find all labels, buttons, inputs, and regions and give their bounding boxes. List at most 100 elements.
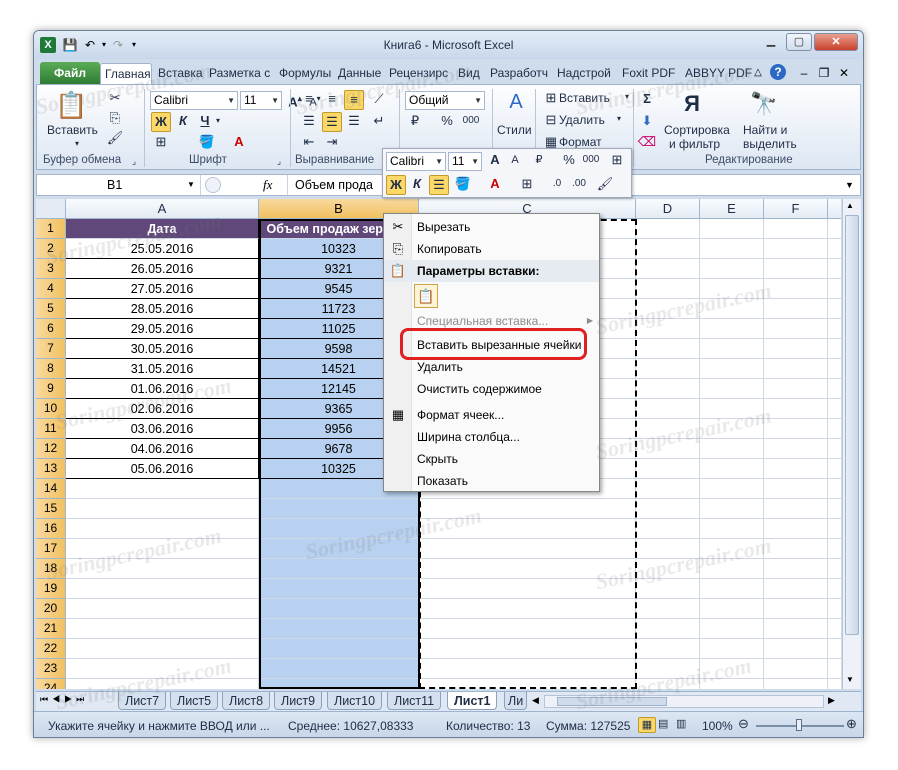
date-cell[interactable]: 26.05.2016	[66, 259, 259, 279]
empty-cell[interactable]	[419, 619, 636, 639]
empty-cell[interactable]	[66, 479, 259, 499]
empty-cell[interactable]	[764, 319, 828, 339]
empty-cell[interactable]	[764, 499, 828, 519]
sheet-nav-icon[interactable]: ⏮◀▶⏭	[40, 694, 88, 705]
delete-dropdown-icon[interactable]: ▾	[617, 114, 621, 123]
orientation-icon[interactable]: ⟋	[369, 90, 389, 110]
row-header[interactable]: 15	[36, 499, 66, 519]
row-header[interactable]: 2	[36, 239, 66, 259]
empty-cell[interactable]	[419, 499, 636, 519]
mini-merge-icon[interactable]: ⊞	[607, 151, 627, 171]
empty-cell[interactable]	[764, 439, 828, 459]
format-painter-icon[interactable]: 🖌	[105, 129, 125, 149]
mini-font-combo[interactable]: Calibri ▼	[386, 152, 446, 171]
empty-cell[interactable]	[636, 479, 700, 499]
row-header[interactable]: 12	[36, 439, 66, 459]
sheet-tab[interactable]: Ли	[504, 692, 528, 710]
empty-cell[interactable]	[828, 479, 841, 499]
tab-file[interactable]: Файл	[40, 62, 100, 84]
formula-bar-expand-icon[interactable]: ▼	[845, 175, 854, 195]
row-header[interactable]: 19	[36, 579, 66, 599]
date-cell[interactable]: 03.06.2016	[66, 419, 259, 439]
doc-minimize-icon[interactable]: –	[796, 65, 812, 81]
insert-dropdown-icon[interactable]: ▾	[625, 92, 629, 101]
column-header-f[interactable]: F	[764, 199, 828, 219]
menu-copy[interactable]: ⎘ Копировать	[384, 238, 599, 260]
row-header[interactable]: 13	[36, 459, 66, 479]
empty-cell[interactable]	[700, 279, 764, 299]
increase-indent-icon[interactable]: ⇥	[322, 133, 342, 153]
align-center-icon[interactable]: ☰	[322, 112, 342, 132]
column-header-d[interactable]: D	[636, 199, 700, 219]
empty-cell[interactable]	[259, 539, 419, 559]
empty-cell[interactable]	[66, 499, 259, 519]
empty-cell[interactable]	[700, 659, 764, 679]
mini-increase-decimal-icon[interactable]: .0	[547, 175, 567, 195]
empty-cell[interactable]	[700, 319, 764, 339]
mini-font-color-icon[interactable]: A	[485, 175, 505, 195]
empty-cell[interactable]	[828, 639, 841, 659]
tab-formulas[interactable]: Формулы	[275, 63, 335, 84]
empty-cell[interactable]	[259, 599, 419, 619]
tab-foxit[interactable]: Foxit PDF	[618, 63, 679, 84]
row-header[interactable]: 8	[36, 359, 66, 379]
decrease-indent-icon[interactable]: ⇤	[299, 133, 319, 153]
empty-cell[interactable]	[700, 259, 764, 279]
empty-cell[interactable]	[259, 559, 419, 579]
empty-cell[interactable]	[700, 399, 764, 419]
scroll-thumb[interactable]	[845, 215, 859, 635]
empty-cell[interactable]	[700, 519, 764, 539]
sheet-tab[interactable]: Лист11	[387, 692, 442, 710]
empty-cell[interactable]	[828, 659, 841, 679]
empty-cell[interactable]	[828, 239, 841, 259]
empty-cell[interactable]	[764, 639, 828, 659]
scroll-down-icon[interactable]: ▼	[846, 675, 854, 684]
empty-cell[interactable]	[700, 579, 764, 599]
zoom-out-icon[interactable]: ⊖	[738, 716, 749, 732]
mini-shrink-font-icon[interactable]: A	[505, 151, 525, 171]
sort-filter-button[interactable]: Сортировка	[664, 123, 730, 137]
tab-review[interactable]: Рецензирс	[385, 63, 452, 84]
insert-cells-button[interactable]: Вставить	[559, 91, 610, 105]
row-header[interactable]: 3	[36, 259, 66, 279]
underline-button[interactable]: Ч	[195, 112, 215, 132]
empty-cell[interactable]	[636, 359, 700, 379]
empty-cell[interactable]	[259, 679, 419, 689]
column-header-a[interactable]: A	[66, 199, 259, 219]
empty-cell[interactable]	[419, 559, 636, 579]
empty-cell[interactable]	[700, 479, 764, 499]
align-top-icon[interactable]: ≡	[299, 90, 319, 110]
row-header[interactable]: 11	[36, 419, 66, 439]
empty-cell[interactable]	[636, 319, 700, 339]
tab-abbyy[interactable]: ABBYY PDF	[681, 63, 756, 84]
empty-cell[interactable]	[764, 239, 828, 259]
empty-cell[interactable]	[764, 219, 828, 239]
empty-cell[interactable]	[636, 499, 700, 519]
date-cell[interactable]: 04.06.2016	[66, 439, 259, 459]
empty-cell[interactable]	[828, 679, 841, 689]
tab-data[interactable]: Данные	[334, 63, 385, 84]
empty-cell[interactable]	[419, 599, 636, 619]
empty-cell[interactable]	[259, 639, 419, 659]
name-box[interactable]: B1	[41, 175, 201, 195]
vertical-scrollbar[interactable]: ▲ ▼	[842, 199, 861, 689]
empty-cell[interactable]	[66, 639, 259, 659]
fill-icon[interactable]: ⬇	[637, 112, 657, 132]
date-cell[interactable]: 02.06.2016	[66, 399, 259, 419]
page-layout-view-icon[interactable]: ▤	[658, 717, 668, 730]
empty-cell[interactable]	[636, 439, 700, 459]
empty-cell[interactable]	[828, 459, 841, 479]
find-select-button[interactable]: Найти и	[743, 123, 787, 137]
delete-cells-button[interactable]: Удалить	[559, 113, 605, 127]
empty-cell[interactable]	[764, 479, 828, 499]
empty-cell[interactable]	[700, 219, 764, 239]
sheet-tab[interactable]: Лист10	[327, 692, 383, 710]
empty-cell[interactable]	[259, 659, 419, 679]
row-header[interactable]: 22	[36, 639, 66, 659]
menu-clear-contents[interactable]: Очистить содержимое	[384, 378, 599, 400]
empty-cell[interactable]	[700, 239, 764, 259]
empty-cell[interactable]	[700, 639, 764, 659]
date-cell[interactable]: 27.05.2016	[66, 279, 259, 299]
page-break-view-icon[interactable]: ▥	[676, 717, 686, 730]
empty-cell[interactable]	[66, 579, 259, 599]
